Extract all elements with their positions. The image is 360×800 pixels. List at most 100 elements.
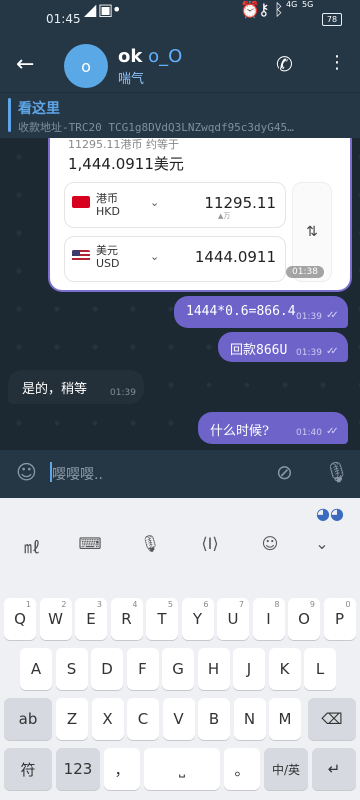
- pinned-title: 看这里: [18, 101, 60, 117]
- signal-4g: 4G: [286, 0, 298, 9]
- message-time: 01:39: [110, 388, 136, 398]
- key-number-hint: 1: [25, 600, 31, 609]
- pinned-text: 收款地址-TRC20 TCG1g8DVdQ3LNZwqdf95c3dyG45…: [18, 121, 294, 134]
- to-currency-name: 美元: [96, 244, 118, 257]
- collapse-keyboard-icon[interactable]: ⌄: [308, 534, 336, 553]
- shift-key[interactable]: ab: [4, 698, 52, 740]
- key-label: M: [278, 710, 292, 728]
- key-u[interactable]: U7: [217, 598, 249, 640]
- key-label: J: [246, 660, 252, 678]
- message-text: 1444*0.6=866.4: [186, 304, 296, 319]
- key-x[interactable]: X: [91, 698, 124, 740]
- read-ticks-icon: ✓✓: [326, 310, 339, 321]
- comma-key[interactable]: ，: [104, 748, 140, 790]
- telegram-icon: ◢: [84, 0, 97, 19]
- message-time: 01:38: [286, 266, 324, 278]
- key-icon: ⚷: [258, 0, 270, 19]
- key-label: P: [334, 610, 345, 628]
- hong-kong-flag-icon: [72, 196, 90, 208]
- key-l[interactable]: L: [304, 648, 336, 690]
- chat-title-name: ok: [118, 46, 143, 67]
- key-g[interactable]: G: [162, 648, 194, 690]
- key-label: B: [208, 710, 220, 728]
- key-q[interactable]: Q1: [4, 598, 36, 640]
- from-amount-hint: ▲万: [218, 212, 231, 220]
- bluetooth-icon: ᛒ: [274, 0, 284, 19]
- signal-dot-icon: •: [112, 0, 122, 19]
- key-f[interactable]: F: [126, 648, 159, 690]
- key-label: Q: [14, 610, 26, 628]
- space-key[interactable]: ⎵: [144, 748, 220, 790]
- key-e[interactable]: E3: [75, 598, 107, 640]
- key-j[interactable]: J: [233, 648, 265, 690]
- key-y[interactable]: Y6: [181, 598, 214, 640]
- alarm-icon: ⏰: [240, 0, 260, 19]
- emoji-keyboard-icon[interactable]: ☺: [256, 534, 284, 553]
- key-n[interactable]: N: [233, 698, 266, 740]
- key-label: I: [266, 610, 271, 628]
- emoji-icon[interactable]: ☺: [16, 460, 37, 484]
- key-b[interactable]: B: [198, 698, 230, 740]
- phone-icon[interactable]: ✆: [276, 52, 293, 76]
- key-number-hint: 0: [345, 600, 351, 609]
- key-k[interactable]: K: [268, 648, 301, 690]
- number-key[interactable]: 123: [56, 748, 100, 790]
- key-m[interactable]: M: [269, 698, 301, 740]
- message-text: 是的，稍等: [22, 382, 88, 397]
- key-a[interactable]: A: [20, 648, 52, 690]
- chevron-down-icon: ⌄: [150, 196, 160, 209]
- pinned-indicator: [8, 98, 11, 132]
- key-h[interactable]: H: [197, 648, 230, 690]
- key-label: L: [315, 660, 325, 678]
- key-i[interactable]: I8: [252, 598, 285, 640]
- key-number-hint: 4: [132, 600, 138, 609]
- key-label: E: [86, 610, 96, 628]
- to-amount: 1444.0911: [194, 248, 276, 266]
- key-label: D: [101, 660, 113, 678]
- key-number-hint: 3: [96, 600, 102, 609]
- key-t[interactable]: T5: [146, 598, 178, 640]
- back-arrow-icon[interactable]: ←: [16, 52, 34, 77]
- key-o[interactable]: O9: [288, 598, 320, 640]
- key-label: T: [157, 610, 167, 628]
- from-amount: 11295.11: [204, 194, 276, 212]
- chat-title[interactable]: ok o_O: [118, 46, 182, 67]
- handwriting-icon[interactable]: ㎖: [18, 534, 46, 558]
- attach-icon[interactable]: ⊘: [276, 460, 293, 484]
- key-c[interactable]: C: [127, 698, 159, 740]
- read-ticks-icon: ✓✓: [326, 426, 339, 437]
- key-label: Y: [192, 610, 203, 628]
- read-ticks-icon: ✓✓: [326, 346, 339, 357]
- enter-key[interactable]: ↵: [312, 748, 356, 790]
- sim-icon: ▣: [98, 0, 114, 19]
- key-v[interactable]: V: [162, 698, 195, 740]
- key-label: S: [66, 660, 77, 678]
- key-number-hint: 7: [238, 600, 244, 609]
- key-s[interactable]: S: [55, 648, 88, 690]
- key-label: W: [48, 610, 63, 628]
- symbol-key[interactable]: 符: [4, 748, 52, 790]
- period-key[interactable]: 。: [224, 748, 260, 790]
- more-icon[interactable]: ⋮: [328, 52, 346, 73]
- key-z[interactable]: Z: [56, 698, 88, 740]
- message-input[interactable]: 嘤嘤嘤..: [52, 464, 103, 484]
- key-d[interactable]: D: [91, 648, 123, 690]
- status-time: 01:45: [46, 12, 81, 26]
- key-number-hint: 8: [274, 600, 280, 609]
- keyboard-layout-icon[interactable]: ⌨: [76, 534, 104, 553]
- to-currency-code: USD: [96, 257, 120, 270]
- cursor-move-icon[interactable]: ⟨I⟩: [196, 534, 224, 553]
- screenshot-total: 1,444.0911美元: [68, 155, 184, 173]
- avatar[interactable]: o: [64, 44, 108, 88]
- key-w[interactable]: W2: [39, 598, 72, 640]
- voice-icon[interactable]: 🎙: [136, 534, 164, 553]
- key-r[interactable]: R4: [110, 598, 143, 640]
- key-label: R: [121, 610, 132, 628]
- message-text: 什么时候?: [210, 424, 269, 439]
- key-p[interactable]: P0: [323, 598, 356, 640]
- microphone-icon[interactable]: 🎙: [324, 460, 349, 484]
- key-label: X: [102, 710, 113, 728]
- language-switch-key[interactable]: 中/英: [264, 748, 308, 790]
- key-label: F: [138, 660, 147, 678]
- backspace-key[interactable]: ⌫: [308, 698, 356, 740]
